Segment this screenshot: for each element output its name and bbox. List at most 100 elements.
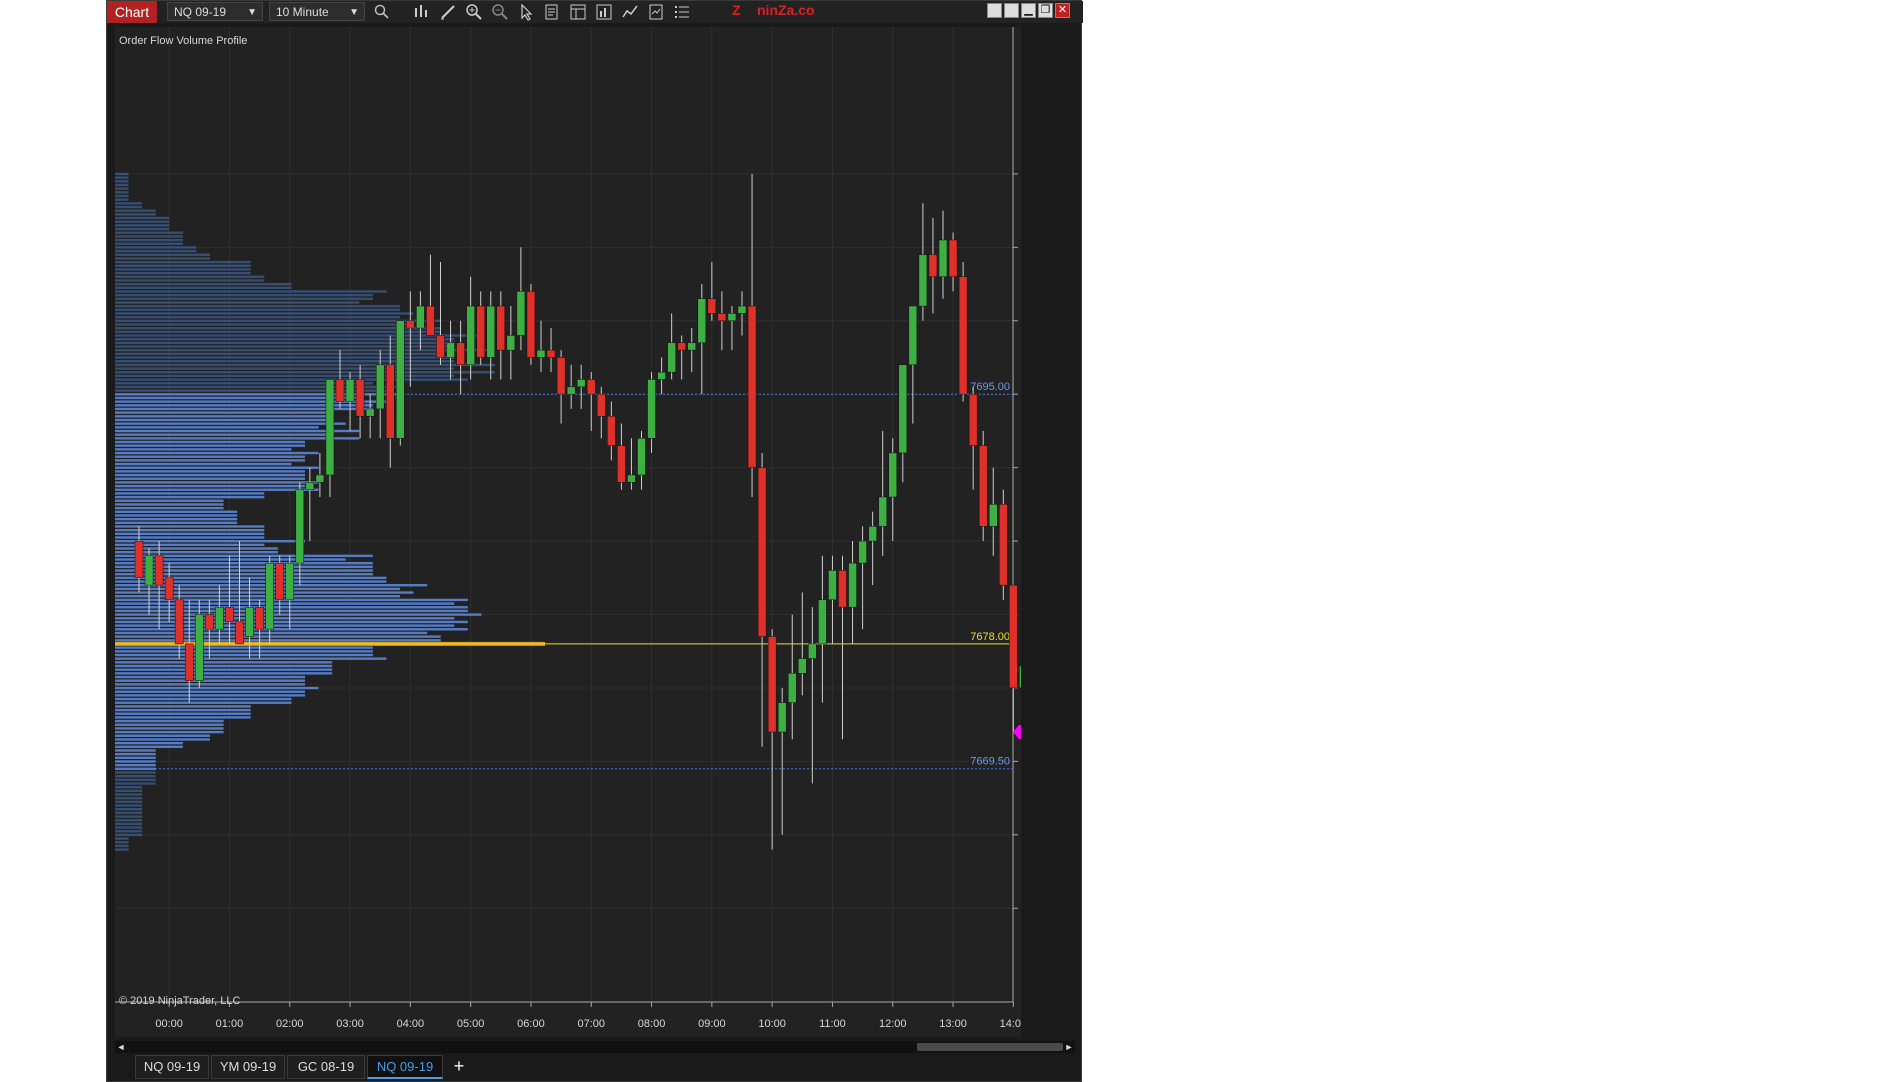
volume-profile-bar (115, 561, 373, 565)
volume-profile-bar (115, 705, 251, 708)
candle-body (245, 606, 254, 637)
scroll-thumb[interactable] (917, 1043, 1063, 1051)
volume-profile-bar (115, 635, 441, 638)
add-tab-button[interactable]: + (447, 1055, 471, 1079)
volume-profile-bar (115, 264, 251, 267)
tab-nq-09-19[interactable]: NQ 09-19 (135, 1055, 209, 1079)
candle-body (968, 393, 978, 446)
volume-profile-bar (115, 785, 143, 789)
candle-body (938, 239, 948, 277)
candle-body (526, 291, 536, 358)
close-button[interactable]: ✕ (1055, 3, 1070, 18)
volume-profile-bar (115, 198, 129, 201)
list-icon[interactable] (673, 3, 691, 21)
volume-profile-bar (115, 539, 305, 543)
price-chart[interactable]: 7710.007705.007700.007695.007690.007685.… (115, 27, 1021, 1037)
candle-body (305, 482, 315, 490)
volume-profile-bar (115, 822, 143, 826)
volume-profile-bar (115, 510, 238, 513)
candle-body (737, 305, 747, 314)
volume-profile-bar (115, 216, 170, 220)
strategies-icon[interactable] (595, 3, 613, 21)
pointer-icon[interactable] (517, 3, 535, 21)
candle-body (1009, 584, 1018, 689)
volume-profile-bar (115, 481, 319, 484)
volume-profile-bar (115, 587, 400, 591)
chart-panel[interactable]: 7710.007705.007700.007695.007690.007685.… (115, 27, 1021, 1037)
volume-profile-bar (115, 290, 387, 293)
window-menu-button[interactable] (987, 3, 1002, 18)
interval-value: 10 Minute (276, 5, 329, 19)
candle-body (174, 599, 184, 645)
candle-body (908, 305, 918, 366)
data-box-icon[interactable] (647, 3, 665, 21)
x-tick-label: 14:00 (1000, 1018, 1021, 1030)
chart-window-tab[interactable]: Chart (107, 1, 157, 23)
volume-profile-bar (115, 275, 265, 278)
volume-profile-bar (115, 308, 400, 312)
candle-body (1019, 665, 1021, 689)
tab-gc-08-19[interactable]: GC 08-19 (287, 1055, 365, 1079)
volume-profile-bar (115, 378, 468, 381)
candle-body (918, 254, 928, 307)
volume-profile-bar (115, 246, 197, 249)
candle-body (355, 379, 365, 417)
volume-profile-bar (115, 433, 333, 436)
candle-body (808, 643, 817, 659)
search-icon[interactable] (373, 3, 391, 21)
volume-profile-bar (115, 180, 129, 183)
properties-icon[interactable] (543, 3, 561, 21)
candle-body (898, 364, 908, 454)
scroll-left-icon[interactable]: ◄ (115, 1041, 127, 1053)
volume-profile-bar (115, 279, 265, 282)
volume-profile-bar (115, 554, 373, 558)
volume-profile-bar (115, 440, 305, 444)
volume-profile-bar (115, 459, 305, 462)
candle-body (989, 504, 998, 527)
candle-body (416, 305, 425, 329)
candle-body (777, 702, 787, 733)
x-tick-label: 03:00 (336, 1018, 364, 1030)
volume-profile-bar (115, 319, 441, 323)
chevron-down-icon: ▼ (247, 7, 257, 18)
volume-profile-bar (115, 297, 373, 301)
candle-body (556, 357, 566, 395)
volume-profile-bar (115, 602, 455, 605)
zoom-in-icon[interactable] (465, 3, 483, 21)
chart-window: Chart NQ 09-19 ▼ 10 Minute ▼ Z ninZa.co … (106, 0, 1083, 1082)
draw-icon[interactable] (439, 3, 457, 21)
candle-body (456, 342, 465, 366)
volume-profile-bar (115, 532, 265, 536)
volume-profile-bar (115, 220, 170, 223)
volume-profile-bar (115, 826, 143, 829)
volume-profile-bar (115, 844, 129, 848)
volume-profile-bar (115, 778, 156, 782)
minimize-button[interactable]: ▁ (1021, 3, 1036, 18)
x-tick-label: 06:00 (517, 1018, 545, 1030)
candle-body (576, 379, 586, 388)
candle-body (476, 305, 485, 358)
volume-profile-bar (115, 363, 495, 367)
horizontal-scrollbar[interactable]: ◄ ► (115, 1041, 1075, 1053)
volume-profile-bar (115, 752, 156, 756)
scroll-right-icon[interactable]: ► (1063, 1041, 1075, 1053)
instrument-selector[interactable]: NQ 09-19 ▼ (167, 2, 263, 21)
instrument-value: NQ 09-19 (174, 5, 227, 19)
template-icon[interactable] (569, 3, 587, 21)
volume-profile-bar (115, 484, 305, 488)
window-tile-button[interactable] (1004, 3, 1019, 18)
volume-profile-bar (115, 738, 210, 741)
tab-nq-09-19-active[interactable]: NQ 09-19 (367, 1055, 443, 1079)
volume-profile-bar (115, 664, 333, 668)
volume-profile-bar (115, 172, 129, 176)
tab-ym-09-19[interactable]: YM 09-19 (211, 1055, 285, 1079)
volume-profile-bar (115, 238, 183, 242)
volume-profile-bar (115, 591, 414, 594)
volume-profile-bar (115, 315, 400, 319)
interval-selector[interactable]: 10 Minute ▼ (269, 2, 365, 21)
candle-body (446, 342, 455, 358)
restore-button[interactable]: ❐ (1038, 3, 1053, 18)
zoom-out-icon[interactable] (491, 3, 509, 21)
indicators-icon[interactable] (621, 3, 639, 21)
bar-type-icon[interactable] (412, 3, 430, 21)
